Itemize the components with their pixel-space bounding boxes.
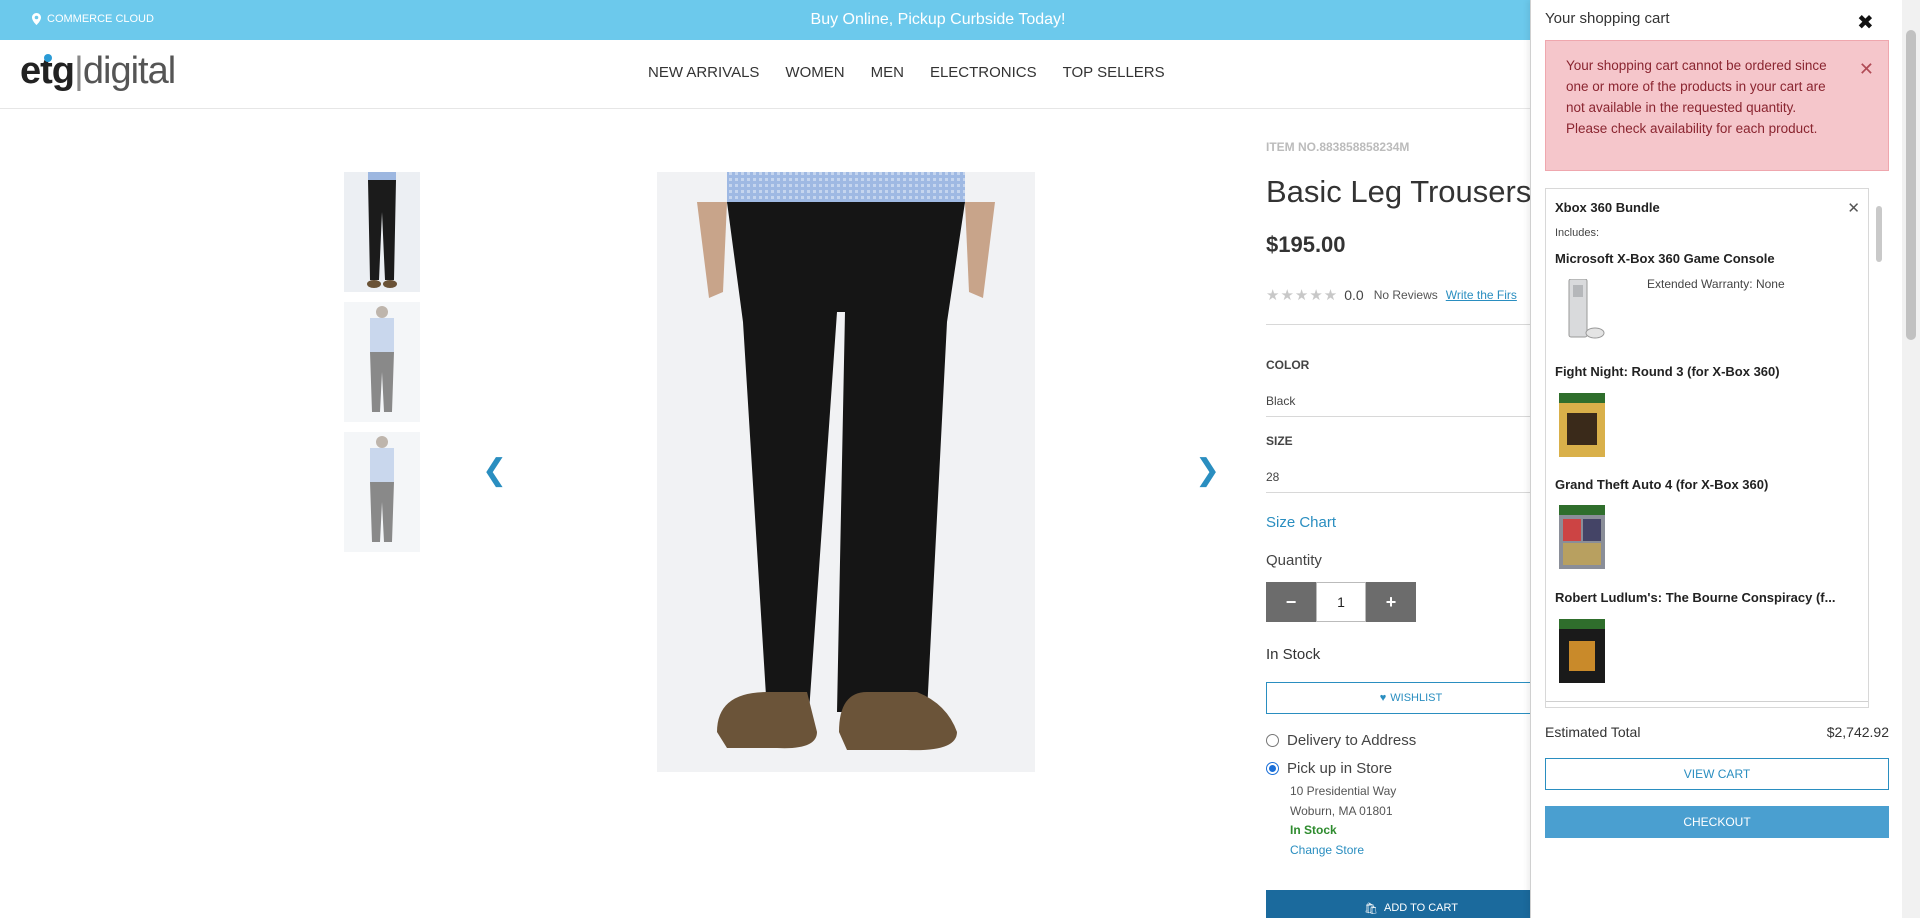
nav-top-sellers[interactable]: TOP SELLERS — [1063, 64, 1165, 81]
store-stock-status: In Stock — [1290, 823, 1337, 837]
list-item-title: Fight Night: Round 3 (for X-Box 360) — [1555, 364, 1780, 379]
product-price: $195.00 — [1266, 232, 1346, 257]
warranty-text: Extended Warranty: None — [1647, 277, 1785, 291]
store-address-line1: 10 Presidential Way — [1290, 784, 1397, 798]
list-item-title: Microsoft X-Box 360 Game Console — [1555, 251, 1775, 266]
change-store-link[interactable]: Change Store — [1290, 843, 1364, 857]
cart-error-alert: Your shopping cart cannot be ordered sin… — [1545, 40, 1889, 171]
nav-new-arrivals[interactable]: NEW ARRIVALS — [648, 64, 759, 81]
color-select[interactable]: Black — [1266, 394, 1295, 408]
product-thumbnail[interactable] — [344, 172, 420, 292]
game-cover-image — [1559, 393, 1605, 457]
divider — [1266, 324, 1530, 325]
delivery-label: Delivery to Address — [1287, 732, 1417, 749]
divider — [1266, 492, 1530, 493]
rating-value: 0.0 — [1344, 287, 1364, 303]
logo-dot-icon — [44, 54, 52, 62]
plus-icon: + — [1385, 591, 1397, 612]
logo-text-sub: digital — [82, 50, 176, 92]
product-thumbnail[interactable] — [344, 302, 420, 422]
delivery-radio[interactable] — [1266, 734, 1279, 747]
size-chart-link[interactable]: Size Chart — [1266, 514, 1336, 531]
cart-list-scrollbar[interactable] — [1876, 206, 1882, 262]
add-to-cart-label: ADD TO CART — [1384, 902, 1458, 914]
pickup-option[interactable]: Pick up in Store — [1266, 760, 1392, 777]
alert-message: Your shopping cart cannot be ordered sin… — [1566, 58, 1827, 136]
estimated-total-label: Estimated Total — [1545, 724, 1641, 740]
checkout-button[interactable]: CHECKOUT — [1545, 806, 1889, 838]
previous-image-chevron-icon[interactable]: ❮ — [482, 456, 507, 486]
divider — [1266, 416, 1530, 417]
product-main-image — [657, 172, 1035, 772]
product-rating: ★★★★★ 0.0 No Reviews Write the Firs — [1266, 286, 1517, 304]
quantity-label: Quantity — [1266, 552, 1322, 569]
nav-men[interactable]: MEN — [871, 64, 904, 81]
console-image — [1559, 279, 1605, 343]
write-review-link[interactable]: Write the Firs — [1446, 288, 1517, 302]
item-number: ITEM NO.883858858234M — [1266, 140, 1410, 154]
estimated-total: Estimated Total $2,742.92 — [1545, 724, 1889, 740]
store-address-line2: Woburn, MA 01801 — [1290, 804, 1393, 818]
availability-status: In Stock — [1266, 646, 1321, 663]
pickup-radio[interactable] — [1266, 762, 1279, 775]
includes-label: Includes: — [1555, 227, 1600, 239]
delivery-option[interactable]: Delivery to Address — [1266, 732, 1416, 749]
increase-quantity-button[interactable]: + — [1366, 582, 1416, 622]
nav-electronics[interactable]: ELECTRONICS — [930, 64, 1037, 81]
list-item-title: Robert Ludlum's: The Bourne Conspiracy (… — [1555, 590, 1836, 605]
quantity-input[interactable]: 1 — [1316, 582, 1366, 622]
logo-separator: | — [74, 50, 84, 92]
close-cart-icon[interactable]: ✖ — [1857, 10, 1874, 35]
wishlist-button[interactable]: ♥ WISHLIST — [1266, 682, 1556, 714]
reviews-count: No Reviews — [1373, 288, 1438, 302]
page-scrollbar-thumb[interactable] — [1906, 30, 1916, 340]
cart-item-list[interactable]: Xbox 360 Bundle ✕ Includes: Microsoft X-… — [1545, 188, 1869, 708]
main-nav: NEW ARRIVALS WOMEN MEN ELECTRONICS TOP S… — [648, 64, 1165, 81]
wishlist-label: WISHLIST — [1390, 692, 1443, 704]
game-cover-image — [1559, 619, 1605, 683]
trousers-main-image — [657, 172, 1035, 772]
cart-drawer: Your shopping cart ✖ Your shopping cart … — [1530, 0, 1920, 918]
size-select[interactable]: 28 — [1266, 470, 1279, 484]
next-image-chevron-icon[interactable]: ❯ — [1195, 456, 1220, 486]
product-thumbnail[interactable] — [344, 432, 420, 552]
dismiss-alert-icon[interactable]: ✕ — [1859, 59, 1874, 80]
trousers-back-image — [344, 302, 420, 422]
add-to-cart-button[interactable]: 🛍 ADD TO CART — [1266, 890, 1556, 918]
product-title: Basic Leg Trousers — [1266, 174, 1532, 209]
pickup-label: Pick up in Store — [1287, 760, 1393, 777]
divider — [1546, 701, 1868, 702]
star-rating-icon: ★★★★★ — [1266, 287, 1339, 304]
remove-item-icon[interactable]: ✕ — [1847, 199, 1860, 217]
trousers-front-image — [344, 172, 420, 292]
list-item-title: Grand Theft Auto 4 (for X-Box 360) — [1555, 477, 1769, 492]
site-logo[interactable]: etg|digital — [20, 50, 176, 93]
size-label: SIZE — [1266, 434, 1293, 448]
trousers-side-image — [344, 432, 420, 552]
color-label: COLOR — [1266, 358, 1310, 372]
minus-icon: − — [1285, 591, 1297, 612]
estimated-total-value: $2,742.92 — [1826, 724, 1889, 740]
game-cover-image — [1559, 505, 1605, 569]
shopping-bag-icon: 🛍 — [1364, 902, 1378, 915]
heart-icon: ♥ — [1379, 692, 1387, 704]
quantity-stepper: − 1 + — [1266, 582, 1416, 622]
nav-women[interactable]: WOMEN — [785, 64, 844, 81]
view-cart-button[interactable]: VIEW CART — [1545, 758, 1889, 790]
decrease-quantity-button[interactable]: − — [1266, 582, 1316, 622]
bundle-name: Xbox 360 Bundle — [1555, 200, 1660, 215]
cart-title: Your shopping cart — [1545, 10, 1670, 27]
